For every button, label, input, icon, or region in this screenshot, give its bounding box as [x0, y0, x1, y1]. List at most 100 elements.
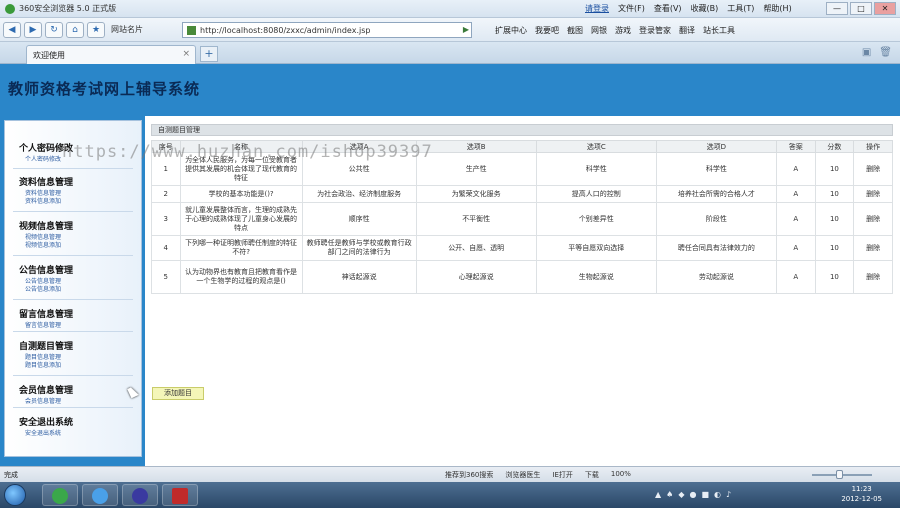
menu-tools[interactable]: 工具(T)	[727, 3, 754, 14]
clock-date: 2012-12-05	[841, 495, 882, 503]
cell-option-a: 神话起源说	[301, 260, 417, 294]
tray-icon[interactable]: ♠	[666, 490, 673, 499]
cell-no: 3	[151, 202, 181, 236]
taskbar-app-eclipse[interactable]	[122, 484, 158, 506]
menu-divider	[13, 407, 133, 408]
status-download[interactable]: 下载	[585, 470, 599, 480]
delete-link[interactable]: 删除	[853, 202, 893, 236]
menu-help[interactable]: 帮助(H)	[763, 3, 791, 14]
taskbar-app-ie[interactable]	[82, 484, 118, 506]
delete-link[interactable]: 删除	[853, 260, 893, 294]
tray-icon[interactable]: ●	[689, 490, 696, 499]
tray-icon[interactable]: ■	[701, 490, 709, 499]
zoom-slider-handle[interactable]	[836, 470, 843, 479]
tool-screenshot[interactable]: 截图	[567, 25, 583, 36]
tool-woyaoba[interactable]: 我要吧	[535, 25, 559, 36]
app-eclipse-icon	[132, 488, 148, 504]
status-zoom[interactable]: 100%	[611, 470, 631, 480]
app-toolbox-icon	[172, 488, 188, 504]
menu-divider	[13, 211, 133, 212]
menu-title[interactable]: 资料信息管理	[19, 175, 73, 188]
refresh-icon[interactable]: ↻	[45, 21, 63, 38]
star-icon[interactable]: ★	[87, 21, 105, 38]
cell-option-d: 聘任合同具有法律效力的	[655, 235, 777, 261]
restore-tab-icon[interactable]: ▣	[862, 47, 871, 58]
menu-title[interactable]: 安全退出系统	[19, 415, 73, 428]
status-search-360[interactable]: 推荐到360搜索	[445, 470, 493, 480]
menu-group-materials: 资料信息管理 资料信息管理 资料信息添加	[19, 175, 73, 206]
cell-score: 10	[814, 260, 855, 294]
address-bar[interactable]: http://localhost:8080/zxxc/admin/index.j…	[182, 22, 472, 38]
menu-title[interactable]: 自测题目管理	[19, 339, 73, 352]
tab-tools: ▣ 🗑	[862, 47, 892, 58]
tray-icon[interactable]: ◐	[714, 490, 721, 499]
status-ie-open[interactable]: IE打开	[552, 470, 573, 480]
delete-link[interactable]: 删除	[853, 152, 893, 186]
add-question-button[interactable]: 添加题目	[152, 387, 204, 400]
tray-icon[interactable]: ▲	[655, 490, 661, 499]
menu-sub-item[interactable]: 公告信息管理	[25, 278, 73, 286]
minimize-button[interactable]: —	[826, 2, 848, 15]
login-link[interactable]: 请登录	[585, 3, 609, 14]
menu-title[interactable]: 会员信息管理	[19, 383, 73, 396]
back-icon[interactable]: ◀	[3, 21, 21, 38]
menu-group-logout: 安全退出系统 安全退出系统	[19, 415, 73, 438]
tool-login-manager[interactable]: 登录管家	[639, 25, 671, 36]
status-browser-doctor[interactable]: 浏览器医生	[505, 470, 540, 480]
sidebar: 个人密码修改 个人密码修改 资料信息管理 资料信息管理 资料信息添加 视频信息管…	[4, 120, 142, 457]
tool-translate[interactable]: 翻译	[679, 25, 695, 36]
cell-name: 学校的基本功能是()?	[179, 185, 303, 203]
menu-title[interactable]: 视频信息管理	[19, 219, 73, 232]
delete-link[interactable]: 删除	[853, 235, 893, 261]
menu-sub-item[interactable]: 公告信息添加	[25, 286, 73, 294]
menu-sub-item[interactable]: 资料信息管理	[25, 190, 73, 198]
tool-banking[interactable]: 网银	[591, 25, 607, 36]
home-icon[interactable]: ⌂	[66, 21, 84, 38]
menu-sub-item[interactable]: 题目信息管理	[25, 354, 73, 362]
close-button[interactable]: ✕	[874, 2, 896, 15]
forward-icon[interactable]: ▶	[24, 21, 42, 38]
menu-sub-item[interactable]: 视频信息添加	[25, 242, 73, 250]
browser-menubar: 请登录 文件(F) 查看(V) 收藏(B) 工具(T) 帮助(H)	[585, 3, 792, 14]
cell-option-d: 劳动起源说	[655, 260, 777, 294]
clock-time: 11:23	[851, 485, 872, 493]
address-input[interactable]: http://localhost:8080/zxxc/admin/index.j…	[200, 26, 370, 35]
menu-sub-item[interactable]: 题目信息添加	[25, 362, 73, 370]
new-tab-button[interactable]: +	[200, 46, 218, 62]
menu-file[interactable]: 文件(F)	[618, 3, 645, 14]
maximize-button[interactable]: □	[850, 2, 872, 15]
cell-option-a: 顺序性	[301, 202, 417, 236]
menu-title[interactable]: 公告信息管理	[19, 263, 73, 276]
fav-sites-button[interactable]: 网站名片	[111, 24, 143, 35]
go-icon[interactable]: ▶	[463, 25, 469, 34]
taskbar-clock[interactable]: 11:23 2012-12-05	[841, 484, 882, 504]
tray-icon[interactable]: ◆	[678, 490, 684, 499]
menu-sub-item[interactable]: 视频信息管理	[25, 234, 73, 242]
table-row: 4 下列哪一种证明教师聘任制度的特征不符? 教师聘任是教师与学校或教育行政部门之…	[151, 235, 893, 261]
tab-close-icon[interactable]: ×	[182, 49, 190, 59]
start-button-icon[interactable]	[4, 484, 26, 506]
menu-title[interactable]: 留言信息管理	[19, 307, 73, 320]
col-header: 答案	[775, 140, 816, 153]
tool-webmaster[interactable]: 站长工具	[703, 25, 735, 36]
tool-extensions[interactable]: 扩展中心	[495, 25, 527, 36]
cell-option-c: 生物起源说	[535, 260, 657, 294]
window-controls: — □ ✕	[826, 2, 896, 15]
main-content: 自测题目管理 序号 名称 选项A 选项B 选项C 选项D 答案 分数 操作 1	[151, 124, 893, 424]
delete-link[interactable]: 删除	[853, 185, 893, 203]
menu-view[interactable]: 查看(V)	[654, 3, 682, 14]
menu-sub-item[interactable]: 会员信息管理	[25, 398, 73, 406]
tab-welcome[interactable]: 欢迎使用 ×	[26, 45, 196, 64]
menu-sub-item[interactable]: 资料信息添加	[25, 198, 73, 206]
taskbar-app-360[interactable]	[42, 484, 78, 506]
trash-icon[interactable]: 🗑	[879, 47, 892, 58]
questions-table: 序号 名称 选项A 选项B 选项C 选项D 答案 分数 操作 1 为全体人民服务…	[151, 140, 893, 294]
menu-sub-item[interactable]: 安全退出系统	[25, 430, 73, 438]
volume-icon[interactable]: ♪	[726, 490, 731, 499]
tool-games[interactable]: 游戏	[615, 25, 631, 36]
cell-score: 10	[814, 185, 855, 203]
menu-sub-item[interactable]: 留言信息管理	[25, 322, 73, 330]
browser-titlebar: 360安全浏览器 5.0 正式版 请登录 文件(F) 查看(V) 收藏(B) 工…	[0, 0, 900, 18]
taskbar-app-toolbox[interactable]	[162, 484, 198, 506]
menu-favorites[interactable]: 收藏(B)	[691, 3, 719, 14]
